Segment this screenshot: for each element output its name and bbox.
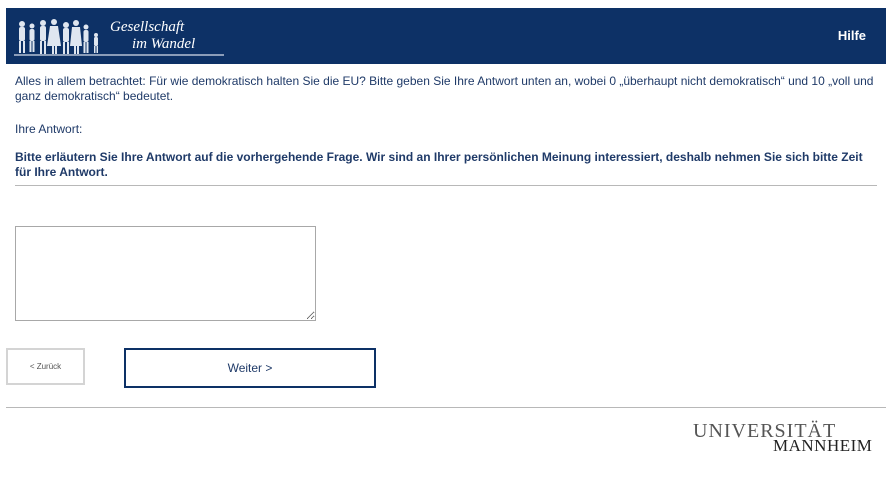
university-logo-line2: MANNHEIM [773,436,873,455]
logo-title-line1: Gesellschaft [110,19,185,35]
footer-divider [6,407,886,408]
answer-label: Ihre Antwort: [15,122,83,136]
followup-question-text: Bitte erläutern Sie Ihre Antwort auf die… [15,150,863,179]
help-link[interactable]: Hilfe [838,28,866,43]
explanation-textarea[interactable] [15,226,316,321]
logo-title-line2: im Wandel [132,36,196,52]
question-text: Alles in allem betrachtet: Für wie demok… [15,74,874,103]
header-bar: Gesellschaft im Wandel Hilfe [6,8,886,64]
back-button[interactable]: < Zurück [6,348,85,385]
next-button[interactable]: Weiter > [124,348,376,388]
divider [15,185,877,186]
